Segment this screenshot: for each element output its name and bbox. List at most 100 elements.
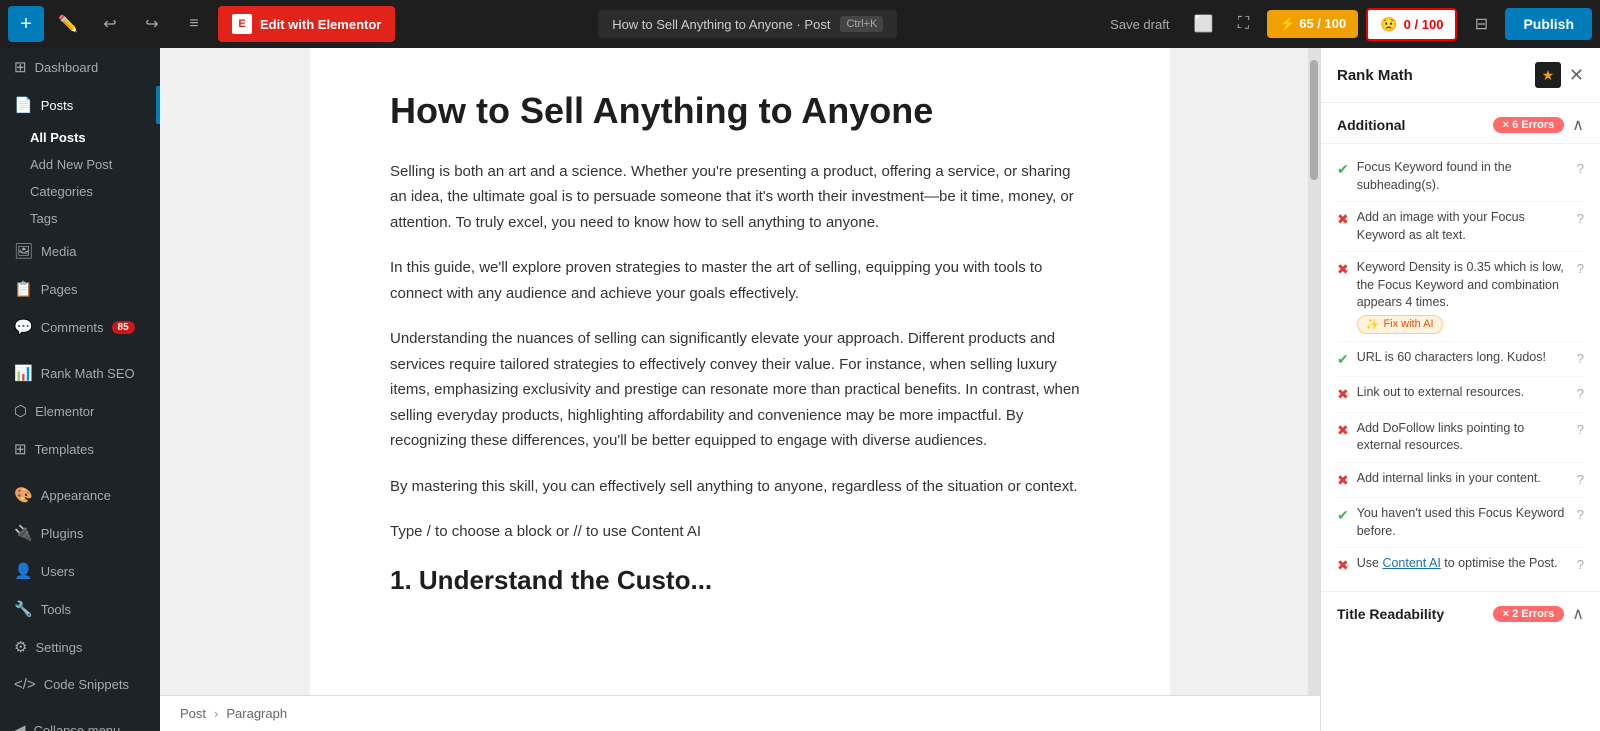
editor-scrollbar[interactable] [1308, 48, 1320, 695]
panel-close-button[interactable]: ✕ [1569, 65, 1584, 86]
preview-icon-button[interactable]: ⬜ [1187, 8, 1219, 40]
main-layout: ⊞ Dashboard 📄 Posts All Posts Add New Po… [0, 48, 1600, 731]
edit-pen-button[interactable]: ✏️ [50, 6, 86, 42]
edit-with-elementor-button[interactable]: E Edit with Elementor [218, 6, 395, 42]
panel-star-button[interactable]: ★ [1535, 62, 1561, 88]
save-draft-button[interactable]: Save draft [1100, 11, 1179, 38]
sidebar-collapse-label: Collapse menu [34, 723, 121, 731]
sidebar-item-posts[interactable]: 📄 Posts [0, 86, 160, 124]
paragraph-2[interactable]: In this guide, we'll explore proven stra… [390, 255, 1090, 306]
users-icon: 👤 [14, 562, 33, 580]
additional-section-header: Additional × 6 Errors ∧ [1321, 103, 1600, 144]
post-heading-1[interactable]: How to Sell Anything to Anyone [390, 88, 1090, 135]
breadcrumb-bar: Post › Paragraph [160, 695, 1320, 731]
editor-scroll[interactable]: How to Sell Anything to Anyone Selling i… [160, 48, 1320, 695]
check-item-7: ✔ You haven't used this Focus Keyword be… [1337, 498, 1584, 548]
help-icon-2[interactable]: ? [1577, 260, 1584, 278]
check-text-3: URL is 60 characters long. Kudos! [1357, 349, 1569, 367]
post-heading-2-partial[interactable]: 1. Understand the Custo... [390, 565, 1090, 596]
sidebar-item-templates[interactable]: ⊞ Templates [0, 430, 160, 468]
title-readability-toggle[interactable]: ∧ [1572, 604, 1584, 624]
content-ai-link[interactable]: Content AI [1382, 556, 1440, 570]
check-item-1: ✖ Add an image with your Focus Keyword a… [1337, 202, 1584, 252]
check-list: ✔ Focus Keyword found in the subheading(… [1321, 144, 1600, 591]
help-icon-5[interactable]: ? [1577, 421, 1584, 439]
fix-with-ai-button[interactable]: ✨ Fix with AI [1357, 315, 1443, 334]
help-icon-8[interactable]: ? [1577, 556, 1584, 574]
help-icon-1[interactable]: ? [1577, 210, 1584, 228]
check-item-5: ✖ Add DoFollow links pointing to externa… [1337, 413, 1584, 463]
sidebar-item-comments[interactable]: 💬 Comments 85 [0, 308, 160, 346]
sidebar-item-code-snippets[interactable]: </> Code Snippets [0, 666, 160, 703]
elementor-sidebar-icon: ⬡ [14, 402, 27, 420]
sidebar-sub-categories[interactable]: Categories [0, 178, 160, 205]
breadcrumb-paragraph: Paragraph [226, 706, 287, 721]
post-body[interactable]: Selling is both an art and a science. Wh… [390, 159, 1090, 596]
sidebar-item-settings[interactable]: ⚙ Settings [0, 628, 160, 666]
undo-button[interactable]: ↩ [92, 6, 128, 42]
sidebar-sub-tags[interactable]: Tags [0, 205, 160, 232]
seo-score-button[interactable]: ⚡ 65 / 100 [1267, 10, 1358, 38]
check-item-2: ✖ Keyword Density is 0.35 which is low, … [1337, 252, 1584, 342]
fix-ai-label: Fix with AI [1383, 318, 1433, 330]
additional-section-toggle[interactable]: ∧ [1572, 115, 1584, 135]
undo-icon: ↩ [103, 14, 116, 34]
add-block-button[interactable]: + [8, 6, 44, 42]
check-text-0: Focus Keyword found in the subheading(s)… [1357, 159, 1569, 194]
rankmath-icon: 📊 [14, 364, 33, 382]
sidebar-collapse-menu[interactable]: ◀ Collapse menu [0, 711, 160, 731]
help-icon-3[interactable]: ? [1577, 350, 1584, 368]
sidebar-comments-label: Comments [41, 320, 104, 335]
elementor-logo-icon: E [232, 14, 252, 34]
plugins-icon: 🔌 [14, 524, 33, 542]
check-icon-5: ✖ [1337, 421, 1349, 441]
check-text-8: Use Content AI to optimise the Post. [1357, 555, 1569, 573]
paragraph-1[interactable]: Selling is both an art and a science. Wh… [390, 159, 1090, 236]
panel-icon: ⊟ [1475, 14, 1488, 34]
help-icon-0[interactable]: ? [1577, 160, 1584, 178]
sidebar-item-media[interactable]: 🖼 Media [0, 232, 160, 270]
editor-inner: How to Sell Anything to Anyone Selling i… [310, 48, 1170, 695]
toolbar: + ✏️ ↩ ↪ ≡ E Edit with Elementor How to … [0, 0, 1600, 48]
breadcrumb-separator: › [214, 706, 218, 721]
sidebar-sub-all-posts[interactable]: All Posts [0, 124, 160, 151]
fullscreen-button[interactable]: ⛶ [1227, 8, 1259, 40]
check-item-6: ✖ Add internal links in your content. ? [1337, 463, 1584, 499]
check-icon-2: ✖ [1337, 260, 1349, 280]
paragraph-3[interactable]: Understanding the nuances of selling can… [390, 326, 1090, 454]
check-item-4: ✖ Link out to external resources. ? [1337, 377, 1584, 413]
help-icon-7[interactable]: ? [1577, 506, 1584, 524]
additional-errors-text: × 6 Errors [1503, 119, 1555, 131]
paragraph-4[interactable]: By mastering this skill, you can effecti… [390, 474, 1090, 500]
sidebar-item-dashboard[interactable]: ⊞ Dashboard [0, 48, 160, 86]
sidebar-item-pages[interactable]: 📋 Pages [0, 270, 160, 308]
title-readability-label: Title Readability [1337, 606, 1493, 622]
sidebar-tools-label: Tools [41, 602, 71, 617]
sidebar-plugins-label: Plugins [41, 526, 84, 541]
help-icon-6[interactable]: ? [1577, 471, 1584, 489]
list-icon: ≡ [189, 15, 198, 33]
sidebar-item-plugins[interactable]: 🔌 Plugins [0, 514, 160, 552]
elementor-button-label: Edit with Elementor [260, 17, 381, 32]
sidebar-appearance-label: Appearance [41, 488, 111, 503]
help-icon-4[interactable]: ? [1577, 385, 1584, 403]
content-ai-score-label: 0 / 100 [1404, 17, 1444, 32]
sidebar-item-rank-math[interactable]: 📊 Rank Math SEO [0, 354, 160, 392]
sidebar-item-elementor[interactable]: ⬡ Elementor [0, 392, 160, 430]
sidebar-item-users[interactable]: 👤 Users [0, 552, 160, 590]
sidebar-sub-add-new[interactable]: Add New Post [0, 151, 160, 178]
sidebar-item-tools[interactable]: 🔧 Tools [0, 590, 160, 628]
settings-panel-button[interactable]: ⊟ [1465, 8, 1497, 40]
check-text-5: Add DoFollow links pointing to external … [1357, 420, 1569, 455]
sidebar-item-appearance[interactable]: 🎨 Appearance [0, 476, 160, 514]
block-placeholder[interactable]: Type / to choose a block or // to use Co… [390, 519, 1090, 545]
plus-icon: + [20, 13, 32, 36]
rankmath-panel: Rank Math ★ ✕ Additional × 6 Errors ∧ ✔ … [1320, 48, 1600, 731]
publish-button[interactable]: Publish [1505, 8, 1592, 40]
content-ai-score-button[interactable]: 😟 0 / 100 [1366, 8, 1457, 41]
monitor-icon: ⬜ [1193, 14, 1213, 34]
additional-section-title: Additional [1337, 117, 1493, 133]
check-icon-4: ✖ [1337, 385, 1349, 405]
list-view-button[interactable]: ≡ [176, 6, 212, 42]
redo-button[interactable]: ↪ [134, 6, 170, 42]
